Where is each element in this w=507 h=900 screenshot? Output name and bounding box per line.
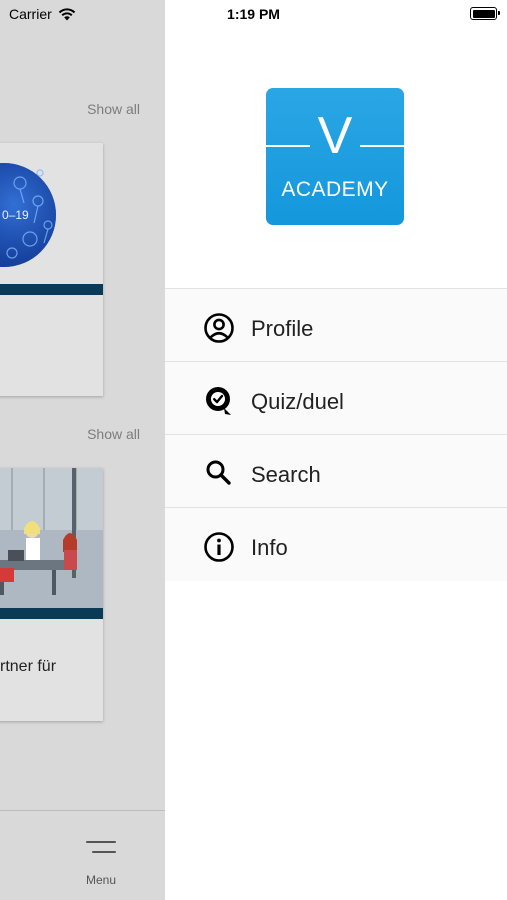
logo-wordmark: ACADEMY: [281, 178, 389, 201]
app-logo: V ACADEMY: [266, 88, 404, 225]
clock: 1:19 PM: [227, 6, 280, 22]
menu-item-search-label: Search: [251, 462, 321, 487]
menu-item-profile-label: Profile: [251, 316, 314, 341]
logo-letter: V: [317, 107, 353, 165]
search-icon: [206, 460, 231, 485]
side-menu: V ACADEMY Profile Quiz/duel Search Info: [165, 0, 507, 900]
card2-title: rtner für: [0, 658, 57, 675]
menu-item-search[interactable]: Search: [165, 435, 507, 508]
battery-icon: [470, 7, 500, 20]
info-icon: [204, 532, 234, 562]
show-all-link-section-1[interactable]: Show all: [87, 101, 140, 117]
card2-strip: [0, 608, 103, 619]
course-card-1[interactable]: 0–19: [0, 143, 103, 396]
tab-menu-label[interactable]: Menu: [86, 873, 116, 887]
course-card-2[interactable]: rtner für: [0, 468, 103, 721]
virus-image: 0–19: [0, 143, 103, 285]
menu-item-quiz-duel-label: Quiz/duel: [251, 389, 344, 414]
menu-item-profile[interactable]: Profile: [165, 289, 507, 362]
menu-item-quiz-duel[interactable]: Quiz/duel: [165, 362, 507, 435]
status-bar: Carrier 1:19 PM: [0, 0, 507, 30]
tab-bar: Menu: [0, 810, 165, 900]
menu-icon[interactable]: [86, 839, 118, 855]
office-image: [0, 468, 103, 608]
background-page: Show all 0–19 Show all rtner für Menu: [0, 0, 165, 900]
menu-item-info[interactable]: Info: [165, 508, 507, 581]
show-all-link-section-2[interactable]: Show all: [87, 426, 140, 442]
profile-icon: [204, 313, 234, 343]
menu-list: Profile Quiz/duel Search Info: [165, 288, 507, 581]
card1-strip: [0, 284, 103, 295]
card1-image-text: 0–19: [2, 208, 29, 222]
menu-item-info-label: Info: [251, 535, 288, 560]
quiz-icon: [206, 387, 231, 415]
